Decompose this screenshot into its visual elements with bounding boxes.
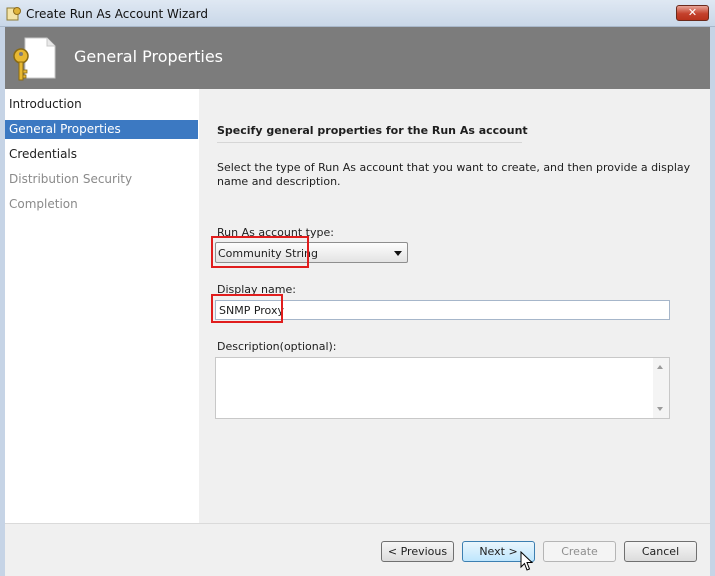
- wizard-content: Specify general properties for the Run A…: [199, 89, 710, 523]
- section-description: Select the type of Run As account that y…: [217, 161, 691, 188]
- title-bar: Create Run As Account Wizard ✕: [0, 0, 715, 27]
- key-document-icon: [13, 37, 56, 81]
- window-title: Create Run As Account Wizard: [26, 7, 208, 21]
- nav-item-general-properties[interactable]: General Properties: [5, 120, 198, 139]
- nav-item-completion: Completion: [9, 197, 78, 211]
- scroll-up-icon[interactable]: [657, 365, 663, 369]
- wizard-header: General Properties: [5, 27, 710, 89]
- description-label: Description(optional):: [217, 340, 337, 353]
- nav-item-credentials[interactable]: Credentials: [5, 145, 198, 164]
- create-button: Create: [543, 541, 616, 562]
- scroll-down-icon[interactable]: [657, 407, 663, 411]
- wizard-steps-nav: Introduction General Properties Credenti…: [5, 89, 199, 523]
- display-name-highlight: [211, 294, 283, 323]
- previous-button[interactable]: < Previous: [381, 541, 454, 562]
- close-icon: ✕: [687, 6, 698, 19]
- description-field[interactable]: [215, 357, 670, 419]
- section-divider: [217, 142, 522, 143]
- display-name-field[interactable]: [215, 300, 670, 320]
- display-name-input[interactable]: [216, 301, 669, 319]
- wizard-app-icon: [6, 7, 21, 21]
- close-button[interactable]: ✕: [676, 5, 709, 21]
- cancel-button[interactable]: Cancel: [624, 541, 697, 562]
- nav-item-introduction[interactable]: Introduction: [5, 95, 198, 114]
- section-title: Specify general properties for the Run A…: [217, 124, 528, 137]
- account-type-highlight: [211, 236, 309, 268]
- description-scrollbar[interactable]: [653, 358, 669, 418]
- nav-item-distribution-security: Distribution Security: [9, 172, 133, 186]
- window-border-right: [710, 27, 715, 576]
- page-title: General Properties: [74, 47, 223, 66]
- description-input[interactable]: [216, 358, 653, 418]
- chevron-down-icon: [394, 251, 402, 256]
- mouse-pointer-icon: [520, 551, 534, 571]
- footer-divider: [5, 523, 710, 524]
